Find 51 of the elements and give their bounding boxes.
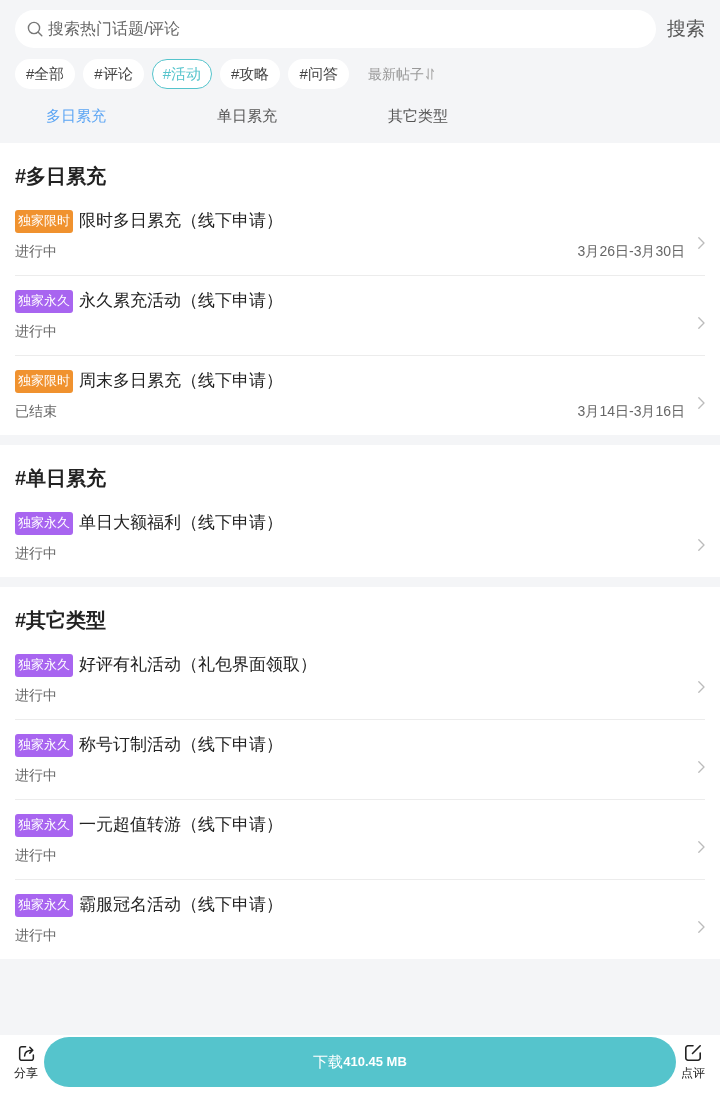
- chevron-right-icon: [698, 397, 705, 409]
- status-text: 进行中: [15, 846, 57, 865]
- category-tab[interactable]: 单日累充: [217, 105, 388, 127]
- chevron-right-icon: [698, 539, 705, 551]
- share-icon: [16, 1043, 36, 1063]
- section-heading: #其它类型: [14, 608, 108, 633]
- section-heading: #单日累充: [14, 466, 108, 491]
- activity-title[interactable]: 单日大额福利（线下申请）: [79, 511, 283, 535]
- search-field[interactable]: 搜索热门话题/评论: [15, 10, 656, 48]
- status-text: 进行中: [15, 686, 57, 705]
- tag-badge: 独家永久: [15, 653, 73, 677]
- activity-title[interactable]: 周末多日累充（线下申请）: [79, 369, 283, 393]
- chevron-right-icon: [698, 681, 705, 693]
- section-heading: #多日累充: [14, 164, 108, 189]
- search-icon: [27, 21, 43, 37]
- status-text: 进行中: [15, 926, 57, 945]
- date-range: 3月14日-3月16日: [577, 402, 685, 421]
- chevron-right-icon: [698, 237, 705, 249]
- tag-badge: 独家永久: [15, 733, 73, 757]
- edit-icon: [683, 1043, 703, 1063]
- tag-badge: 独家限时: [15, 209, 73, 233]
- status-text: 进行中: [15, 242, 57, 261]
- activity-title[interactable]: 霸服冠名活动（线下申请）: [79, 893, 283, 917]
- status-text: 已结束: [15, 402, 57, 421]
- chevron-right-icon: [698, 921, 705, 933]
- activity-title[interactable]: 称号订制活动（线下申请）: [79, 733, 283, 757]
- topic-chip[interactable]: #全部: [15, 59, 76, 89]
- review-button[interactable]: 点评: [676, 1043, 720, 1081]
- status-text: 进行中: [15, 544, 57, 563]
- activity-title[interactable]: 限时多日累充（线下申请）: [79, 209, 283, 233]
- status-text: 进行中: [15, 322, 57, 341]
- sort-icon: [425, 68, 434, 80]
- tag-badge: 独家永久: [15, 289, 73, 313]
- chevron-right-icon: [698, 761, 705, 773]
- search-button[interactable]: 搜索: [667, 16, 705, 42]
- activity-title[interactable]: 好评有礼活动（礼包界面领取）: [79, 653, 317, 677]
- tag-badge: 独家限时: [15, 369, 73, 393]
- category-tab[interactable]: 其它类型: [388, 105, 559, 127]
- activity-title[interactable]: 永久累充活动（线下申请）: [79, 289, 283, 313]
- chevron-right-icon: [698, 841, 705, 853]
- tag-badge: 独家永久: [15, 893, 73, 917]
- topic-chip[interactable]: #攻略: [220, 59, 281, 89]
- tag-badge: 独家永久: [15, 813, 73, 837]
- topic-chip[interactable]: #问答: [288, 59, 349, 89]
- date-range: 3月26日-3月30日: [577, 242, 685, 261]
- tag-badge: 独家永久: [15, 511, 73, 535]
- share-button[interactable]: 分享: [0, 1043, 44, 1081]
- status-text: 进行中: [15, 766, 57, 785]
- topic-chip[interactable]: #评论: [83, 59, 144, 89]
- activity-title[interactable]: 一元超值转游（线下申请）: [79, 813, 283, 837]
- chevron-right-icon: [698, 317, 705, 329]
